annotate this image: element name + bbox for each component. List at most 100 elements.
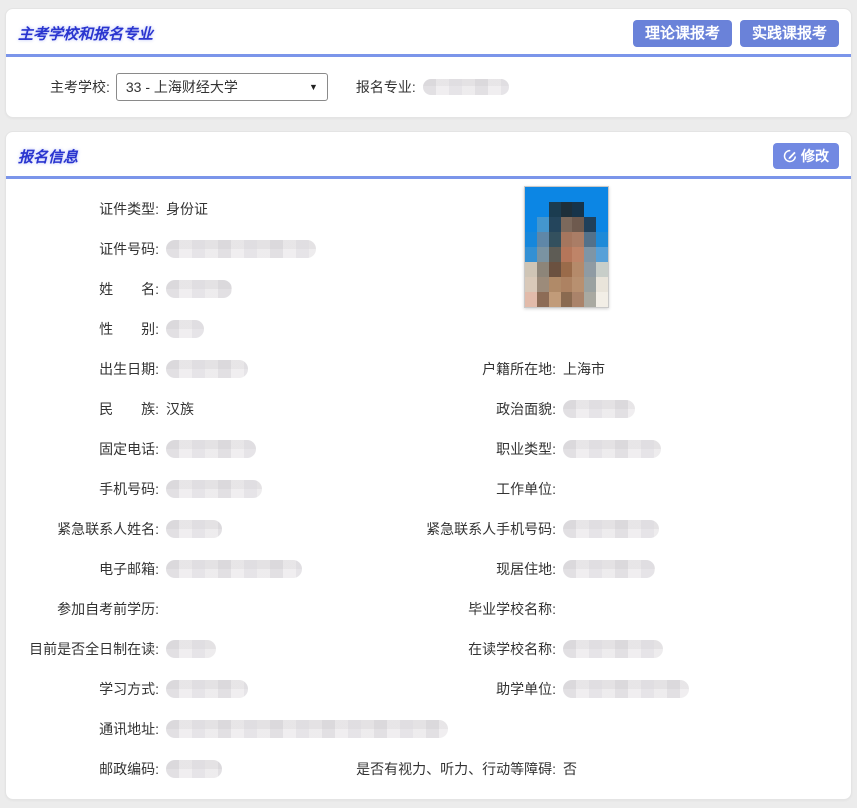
- photo-pixel: [537, 262, 549, 277]
- photo-pixel: [596, 187, 608, 202]
- form-cell-left: 紧急联系人姓名:: [14, 519, 336, 539]
- id-photo: [524, 186, 609, 308]
- photo-pixel: [549, 217, 561, 232]
- redacted-value: [166, 760, 222, 778]
- form-cell-left: 邮政编码:: [14, 759, 336, 779]
- form-cell-right: 在读学校名称:: [336, 639, 843, 659]
- form-row: 出生日期: 户籍所在地:上海市: [14, 349, 843, 389]
- field-label: 工作单位:: [336, 479, 556, 499]
- photo-pixel: [537, 217, 549, 232]
- photo-pixel: [537, 292, 549, 307]
- redacted-value: [563, 440, 661, 458]
- form-row: 固定电话:职业类型:: [14, 429, 843, 469]
- photo-pixel: [584, 292, 596, 307]
- redacted-value: [166, 240, 316, 258]
- field-label: 是否有视力、听力、行动等障碍:: [336, 759, 556, 779]
- photo-pixel: [537, 247, 549, 262]
- photo-pixel: [537, 202, 549, 217]
- redacted-value: [166, 440, 256, 458]
- field-label: 职业类型:: [336, 439, 556, 459]
- redacted-value: [563, 560, 655, 578]
- form-cell-right: 紧急联系人手机号码:: [336, 519, 843, 539]
- field-label: 性 别:: [14, 319, 159, 339]
- field-label: 证件号码:: [14, 239, 159, 259]
- field-label: 现居住地:: [336, 559, 556, 579]
- photo-pixel: [525, 247, 537, 262]
- form-cell-left: 出生日期:: [14, 359, 336, 379]
- photo-pixel: [572, 232, 584, 247]
- form-cell-left: 通讯地址:: [14, 719, 336, 739]
- photo-pixel: [572, 187, 584, 202]
- redacted-value: [563, 400, 635, 418]
- photo-pixel: [561, 292, 573, 307]
- form-cell-right: 政治面貌:: [336, 399, 843, 419]
- field-label: 助学单位:: [336, 679, 556, 699]
- form-cell-left: 性 别:: [14, 319, 336, 339]
- redacted-value: [563, 520, 659, 538]
- photo-pixel: [525, 262, 537, 277]
- school-select[interactable]: 33 - 上海财经大学 ▼: [116, 73, 328, 101]
- photo-pixel: [596, 232, 608, 247]
- registration-info-header: 报名信息 修改: [6, 132, 851, 179]
- redacted-value: [563, 640, 663, 658]
- edit-icon: [783, 149, 797, 163]
- theory-course-register-button[interactable]: 理论课报考: [633, 20, 732, 47]
- photo-pixel: [572, 292, 584, 307]
- redacted-value: [166, 480, 262, 498]
- form-cell-right: 现居住地:: [336, 559, 843, 579]
- school-major-header: 主考学校和报名专业 理论课报考 实践课报考: [6, 9, 851, 57]
- photo-pixel: [572, 247, 584, 262]
- field-label: 紧急联系人姓名:: [14, 519, 159, 539]
- form-row: 民 族:汉族政治面貌:: [14, 389, 843, 429]
- photo-pixel: [584, 202, 596, 217]
- redacted-value: [166, 680, 248, 698]
- form-cell-right: 户籍所在地:上海市: [336, 359, 843, 379]
- photo-pixel: [572, 202, 584, 217]
- field-label: 在读学校名称:: [336, 639, 556, 659]
- photo-pixel: [561, 202, 573, 217]
- redacted-value: [563, 680, 689, 698]
- photo-pixel: [584, 217, 596, 232]
- photo-pixel: [525, 292, 537, 307]
- photo-pixel: [596, 262, 608, 277]
- form-row: 学习方式: 助学单位:: [14, 669, 843, 709]
- form-cell-left: 电子邮箱:: [14, 559, 336, 579]
- edit-button[interactable]: 修改: [773, 143, 839, 169]
- form-cell-left: 参加自考前学历:: [14, 599, 336, 619]
- redacted-value: [166, 280, 232, 298]
- practice-course-register-button[interactable]: 实践课报考: [740, 20, 839, 47]
- redacted-value: [166, 720, 448, 738]
- photo-pixel: [525, 187, 537, 202]
- form-row: 证件号码:: [14, 229, 843, 269]
- form-cell-left: 目前是否全日制在读:: [14, 639, 336, 659]
- page: 主考学校和报名专业 理论课报考 实践课报考 主考学校: 33 - 上海财经大学 …: [0, 0, 857, 808]
- form-cell-right: 是否有视力、听力、行动等障碍:否: [336, 759, 843, 779]
- form-cell-right: 职业类型:: [336, 439, 843, 459]
- registration-form: 证件类型:身份证证件号码: 姓 名: 性 别: 出生日期: 户籍所在地:上海市民 族:汉…: [6, 179, 851, 799]
- field-label: 目前是否全日制在读:: [14, 639, 159, 659]
- photo-pixel: [584, 187, 596, 202]
- form-row: 证件类型:身份证: [14, 189, 843, 229]
- form-cell-left: 证件号码:: [14, 239, 336, 259]
- field-label: 出生日期:: [14, 359, 159, 379]
- chevron-down-icon: ▼: [309, 82, 318, 92]
- form-row: 邮政编码:是否有视力、听力、行动等障碍:否: [14, 749, 843, 789]
- field-label: 姓 名:: [14, 279, 159, 299]
- photo-pixel: [537, 277, 549, 292]
- field-label: 学习方式:: [14, 679, 159, 699]
- photo-pixel: [549, 202, 561, 217]
- field-label: 参加自考前学历:: [14, 599, 159, 619]
- photo-pixel: [596, 292, 608, 307]
- redacted-value: [166, 320, 204, 338]
- photo-pixel: [561, 262, 573, 277]
- form-row: 通讯地址:: [14, 709, 843, 749]
- registration-info-title: 报名信息: [18, 146, 78, 167]
- form-row: 目前是否全日制在读: 在读学校名称:: [14, 629, 843, 669]
- redacted-value: [166, 360, 248, 378]
- photo-pixel: [525, 277, 537, 292]
- field-label: 紧急联系人手机号码:: [336, 519, 556, 539]
- photo-pixel: [537, 232, 549, 247]
- photo-pixel: [549, 232, 561, 247]
- header-buttons: 理论课报考 实践课报考: [633, 20, 839, 47]
- photo-pixel: [561, 217, 573, 232]
